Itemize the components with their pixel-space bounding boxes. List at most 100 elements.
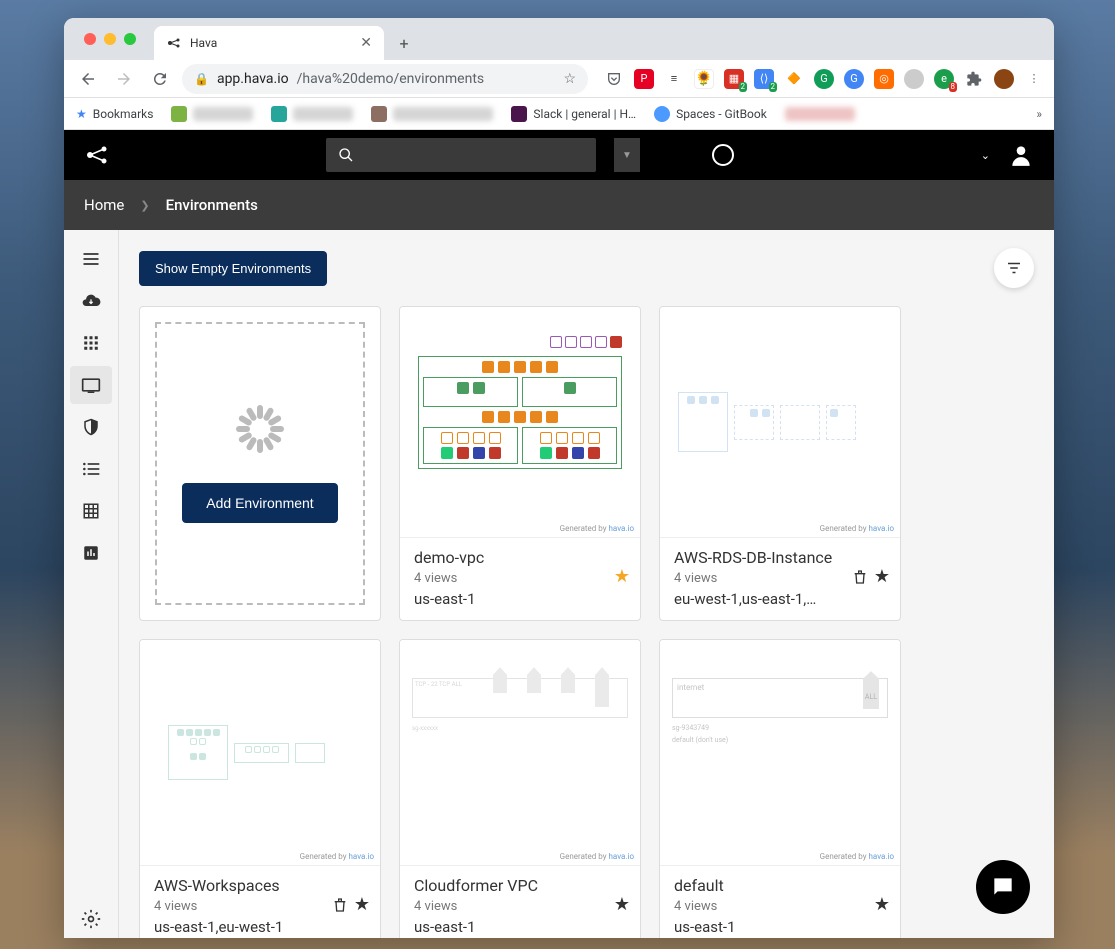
minimize-window-button[interactable] [104,33,116,45]
environment-card[interactable]: Generated by hava.io AWS-Workspaces 4 vi… [139,639,381,938]
search-input[interactable] [326,138,596,172]
reload-button[interactable] [146,65,174,93]
rail-reports-icon[interactable] [70,534,112,572]
hava-logo[interactable] [84,142,110,168]
add-environment-button[interactable]: Add Environment [182,483,337,523]
filter-button[interactable] [994,248,1034,288]
window-controls [74,18,146,60]
rail-grid-icon[interactable] [70,492,112,530]
rail-apps-icon[interactable] [70,324,112,362]
card-title: default [674,876,886,895]
trash-icon[interactable] [852,568,868,586]
environment-card[interactable]: TCP - 22 TCP ALL sg-xxxxxx Generated by … [399,639,641,938]
search-dropdown[interactable]: ▼ [614,138,640,172]
extension-icons: P ≡ 🌻 ▦2 ⟨⟩2 🔶 G G ◎ e8 ⋮ [604,69,1044,89]
bookmark-item-blur-1[interactable] [171,106,253,122]
card-region: us-east-1 [674,918,886,936]
card-preview: Generated by hava.io [660,307,900,538]
user-account-icon[interactable] [1008,142,1034,168]
address-bar[interactable]: 🔒 app.hava.io/hava%20demo/environments ☆ [182,64,588,94]
rail-menu-icon[interactable] [70,240,112,278]
show-empty-button[interactable]: Show Empty Environments [139,251,327,286]
card-title: AWS-RDS-DB-Instance [674,548,886,567]
close-tab-icon[interactable]: ✕ [360,35,372,51]
rail-security-icon[interactable] [70,408,112,446]
hava-favicon [166,35,182,51]
back-button[interactable] [74,65,102,93]
rail-environments-icon[interactable] [70,366,112,404]
bookmarks-bar: ★ Bookmarks Slack | general | H… Spaces … [64,98,1054,130]
new-tab-button[interactable]: + [390,29,418,57]
card-title: Cloudformer VPC [414,876,626,895]
card-region: eu-west-1,us-east-1,… [674,590,886,608]
rail-settings-icon[interactable] [70,900,112,938]
card-preview: TCP - 22 TCP ALL sg-xxxxxx Generated by … [400,640,640,866]
extension-icon-3[interactable]: ⟨⟩2 [754,69,774,89]
star-icon[interactable]: ★ [874,566,890,587]
extension-icon-5[interactable]: G [814,69,834,89]
bookmark-item-blur-3[interactable] [371,106,493,122]
url-host: app.hava.io [217,71,289,87]
star-icon[interactable]: ★ [874,894,890,915]
bookmark-item-blur-2[interactable] [271,106,353,122]
app-topbar: ▼ ? ⌄ [64,130,1054,180]
profile-avatar[interactable] [994,69,1014,89]
extension-icon-7[interactable]: ◎ [874,69,894,89]
loading-spinner-icon [236,405,284,453]
browser-tab[interactable]: Hava ✕ [154,26,384,60]
environments-grid: Add Environment [139,306,1034,938]
breadcrumb-home[interactable]: Home [84,196,124,214]
extension-icon-2[interactable]: ▦2 [724,69,744,89]
star-icon[interactable]: ★ [614,894,630,915]
add-environment-card[interactable]: Add Environment [139,306,381,621]
extension-icon-8[interactable] [904,69,924,89]
tab-title: Hava [190,36,217,50]
rail-list-icon[interactable] [70,450,112,488]
card-views: 4 views [414,899,626,914]
search-icon [338,147,354,163]
star-icon[interactable]: ★ [354,894,370,915]
buffer-icon[interactable]: ≡ [664,69,684,89]
environment-card[interactable]: Generated by hava.io AWS-RDS-DB-Instance… [659,306,901,621]
chevron-down-icon[interactable]: ⌄ [981,149,990,162]
maximize-window-button[interactable] [124,33,136,45]
bookmarks-label[interactable]: ★ Bookmarks [76,107,153,121]
tab-bar: Hava ✕ + [64,18,1054,60]
extension-icon-4[interactable]: 🔶 [784,69,804,89]
url-path: /hava%20demo/environments [297,71,485,87]
chat-button[interactable] [976,860,1030,914]
chevron-right-icon: ❯ [140,199,149,212]
forward-button[interactable] [110,65,138,93]
close-window-button[interactable] [84,33,96,45]
environment-card[interactable]: internet ALL sg-9343749 default (don't u… [659,639,901,938]
bookmark-item-slack[interactable]: Slack | general | H… [511,106,636,122]
pocket-icon[interactable] [604,69,624,89]
left-rail [64,230,119,938]
extension-icon-9[interactable]: e8 [934,69,954,89]
lock-icon: 🔒 [194,72,209,86]
environment-card[interactable]: Generated by hava.io demo-vpc 4 views us… [399,306,641,621]
card-region: us-east-1 [414,590,626,608]
main-content: Show Empty Environments Add Environment [119,230,1054,938]
address-bar-row: 🔒 app.hava.io/hava%20demo/environments ☆… [64,60,1054,98]
card-preview: Generated by hava.io [140,640,380,866]
pinterest-icon[interactable]: P [634,69,654,89]
extension-icon-6[interactable]: G [844,69,864,89]
star-icon[interactable]: ★ [614,566,630,587]
extension-icon-1[interactable]: 🌻 [694,69,714,89]
help-button[interactable]: ? [712,144,734,166]
card-region: us-east-1,eu-west-1 [154,918,366,936]
bookmarks-overflow-icon[interactable]: » [1036,107,1042,121]
bookmark-star-icon[interactable]: ☆ [563,71,576,87]
card-title: AWS-Workspaces [154,876,366,895]
trash-icon[interactable] [332,896,348,914]
browser-menu-icon[interactable]: ⋮ [1024,69,1044,89]
card-views: 4 views [414,571,626,586]
breadcrumb: Home ❯ Environments [64,180,1054,230]
bookmark-item-blur-4[interactable] [785,107,855,121]
card-views: 4 views [674,899,886,914]
bookmark-item-spaces[interactable]: Spaces - GitBook [654,106,767,122]
extensions-menu-icon[interactable] [964,69,984,89]
rail-cloud-download-icon[interactable] [70,282,112,320]
card-preview: Generated by hava.io [400,307,640,538]
